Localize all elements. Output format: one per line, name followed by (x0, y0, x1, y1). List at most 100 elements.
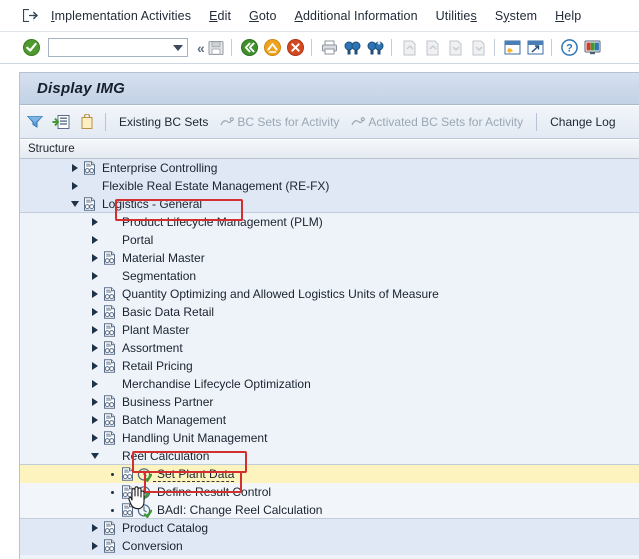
menu-edit[interactable]: Edit (200, 9, 240, 23)
tree-row[interactable]: Enterprise Controlling (20, 159, 639, 177)
toolbar-divider (310, 39, 312, 56)
print-icon[interactable] (320, 37, 340, 59)
help-icon[interactable]: ? (560, 37, 580, 59)
command-input[interactable] (49, 39, 167, 56)
tree-row[interactable]: Quantity Optimizing and Allowed Logistic… (20, 285, 639, 303)
tree-row[interactable]: Product Lifecycle Management (PLM) (20, 213, 639, 231)
menu-implementation-activities[interactable]: Implementation Activities (42, 9, 200, 23)
badi-activity-icon[interactable] (136, 501, 153, 519)
document-search-icon (101, 357, 118, 375)
tree-row-label: Set Plant Data (153, 467, 235, 482)
tree-row-label: Reel Calculation (122, 449, 210, 463)
menu-goto[interactable]: Goto (240, 9, 286, 23)
tree-row[interactable]: Batch Management (20, 411, 639, 429)
chevron-right-icon[interactable] (88, 393, 101, 411)
node-icon-placeholder (101, 447, 118, 465)
chevron-right-icon[interactable] (88, 411, 101, 429)
tree-row-label: Enterprise Controlling (102, 161, 218, 175)
chevron-right-icon[interactable] (88, 357, 101, 375)
create-shortcut-icon[interactable] (526, 37, 546, 59)
menu-additional-information[interactable]: Additional Information (286, 9, 427, 23)
app-toolbar-divider (536, 113, 538, 131)
chevron-down-icon[interactable] (68, 195, 81, 213)
tree-row[interactable]: Segmentation (20, 267, 639, 285)
tree-row[interactable]: Flexible Real Estate Management (RE-FX) (20, 177, 639, 195)
chevron-down-icon[interactable] (173, 44, 183, 51)
chevron-down-icon[interactable] (88, 447, 101, 465)
chevron-right-icon[interactable] (88, 249, 101, 267)
tree-row[interactable]: Plant Master (20, 321, 639, 339)
change-log-button[interactable]: Change Log (544, 115, 621, 129)
enter-checkmark-icon[interactable] (22, 39, 40, 57)
tree-row[interactable]: Business Partner (20, 393, 639, 411)
cancel-red-icon[interactable] (286, 37, 306, 59)
tree-row-label: Material Master (122, 251, 205, 265)
img-structure-tree[interactable]: Enterprise Controlling Flexible Real Esta… (20, 159, 639, 559)
lock-note-icon[interactable] (76, 111, 98, 133)
exit-yellow-icon[interactable] (263, 37, 283, 59)
tree-row-label: Assortment (122, 341, 183, 355)
chevron-right-icon[interactable] (88, 375, 101, 393)
tree-row[interactable]: Portal (20, 231, 639, 249)
tree-row[interactable]: Handling Unit Management (20, 429, 639, 447)
chevron-right-icon[interactable] (88, 303, 101, 321)
tree-row[interactable]: Logistics - General (20, 195, 639, 213)
menu-help[interactable]: Help (546, 9, 590, 23)
menu-utilities[interactable]: Utilities (427, 9, 486, 23)
chevron-right-icon[interactable] (68, 159, 81, 177)
exit-icon[interactable] (18, 9, 42, 22)
tree-row-label: Product Catalog (122, 521, 209, 535)
previous-page-icon (423, 37, 443, 59)
display-img-panel: Display IMG Existing BC Sets BC Sets for… (19, 72, 639, 559)
display-structure-icon[interactable] (50, 111, 72, 133)
find-next-icon[interactable] (366, 37, 386, 59)
tree-row-label: BAdI: Change Reel Calculation (157, 503, 323, 517)
back-green-icon[interactable] (240, 37, 260, 59)
tree-row[interactable]: Assortment (20, 339, 639, 357)
img-activity-done-icon[interactable] (136, 483, 153, 501)
main-toolbar: « ? (0, 32, 639, 64)
chevron-right-icon[interactable] (88, 429, 101, 447)
tree-row-label: Business Partner (122, 395, 214, 409)
tree-row[interactable]: Define Result Control (20, 483, 639, 501)
find-icon[interactable] (343, 37, 363, 59)
tree-row[interactable]: Set Plant Data (20, 465, 639, 483)
chevron-right-icon[interactable] (88, 267, 101, 285)
structure-header-label: Structure (28, 143, 75, 155)
toolbar-divider (550, 39, 552, 56)
node-icon-placeholder (101, 231, 118, 249)
tree-row[interactable]: Conversion (20, 537, 639, 555)
tree-row[interactable]: Product Catalog (20, 519, 639, 537)
save-icon[interactable] (206, 37, 226, 59)
document-search-icon (101, 339, 118, 357)
tree-row[interactable]: Retail Pricing (20, 357, 639, 375)
existing-bc-sets-label: Existing BC Sets (119, 115, 209, 129)
chevron-right-icon[interactable] (88, 321, 101, 339)
chevron-right-icon[interactable] (88, 339, 101, 357)
customize-layout-icon[interactable] (583, 37, 603, 59)
tree-row[interactable]: Material Master (20, 249, 639, 267)
existing-bc-sets-button[interactable]: Existing BC Sets (113, 115, 214, 129)
img-activity-icon[interactable] (136, 465, 153, 483)
command-field[interactable] (48, 38, 188, 57)
chevron-right-icon[interactable] (68, 177, 81, 195)
chevron-right-icon[interactable] (88, 231, 101, 249)
tree-row[interactable]: Merchandise Lifecycle Optimization (20, 375, 639, 393)
document-search-icon (101, 393, 118, 411)
svg-text:?: ? (566, 42, 573, 54)
menu-system[interactable]: System (486, 9, 546, 23)
expand-filter-icon[interactable] (24, 111, 46, 133)
tree-row[interactable]: Basic Data Retail (20, 303, 639, 321)
tree-row-label: Logistics - General (102, 197, 203, 211)
chevron-right-icon[interactable] (88, 213, 101, 231)
chevron-right-icon[interactable] (88, 537, 101, 555)
create-session-icon[interactable] (503, 37, 523, 59)
collapse-chevrons-icon[interactable]: « (197, 40, 205, 56)
menu-label: mplementation Activities (54, 8, 192, 23)
chevron-right-icon[interactable] (88, 285, 101, 303)
tree-row[interactable]: BAdI: Change Reel Calculation (20, 501, 639, 519)
chevron-right-icon[interactable] (88, 519, 101, 537)
tree-row[interactable]: Reel Calculation (20, 447, 639, 465)
app-toolbar-divider (105, 113, 106, 131)
page-title: Display IMG (37, 80, 126, 97)
